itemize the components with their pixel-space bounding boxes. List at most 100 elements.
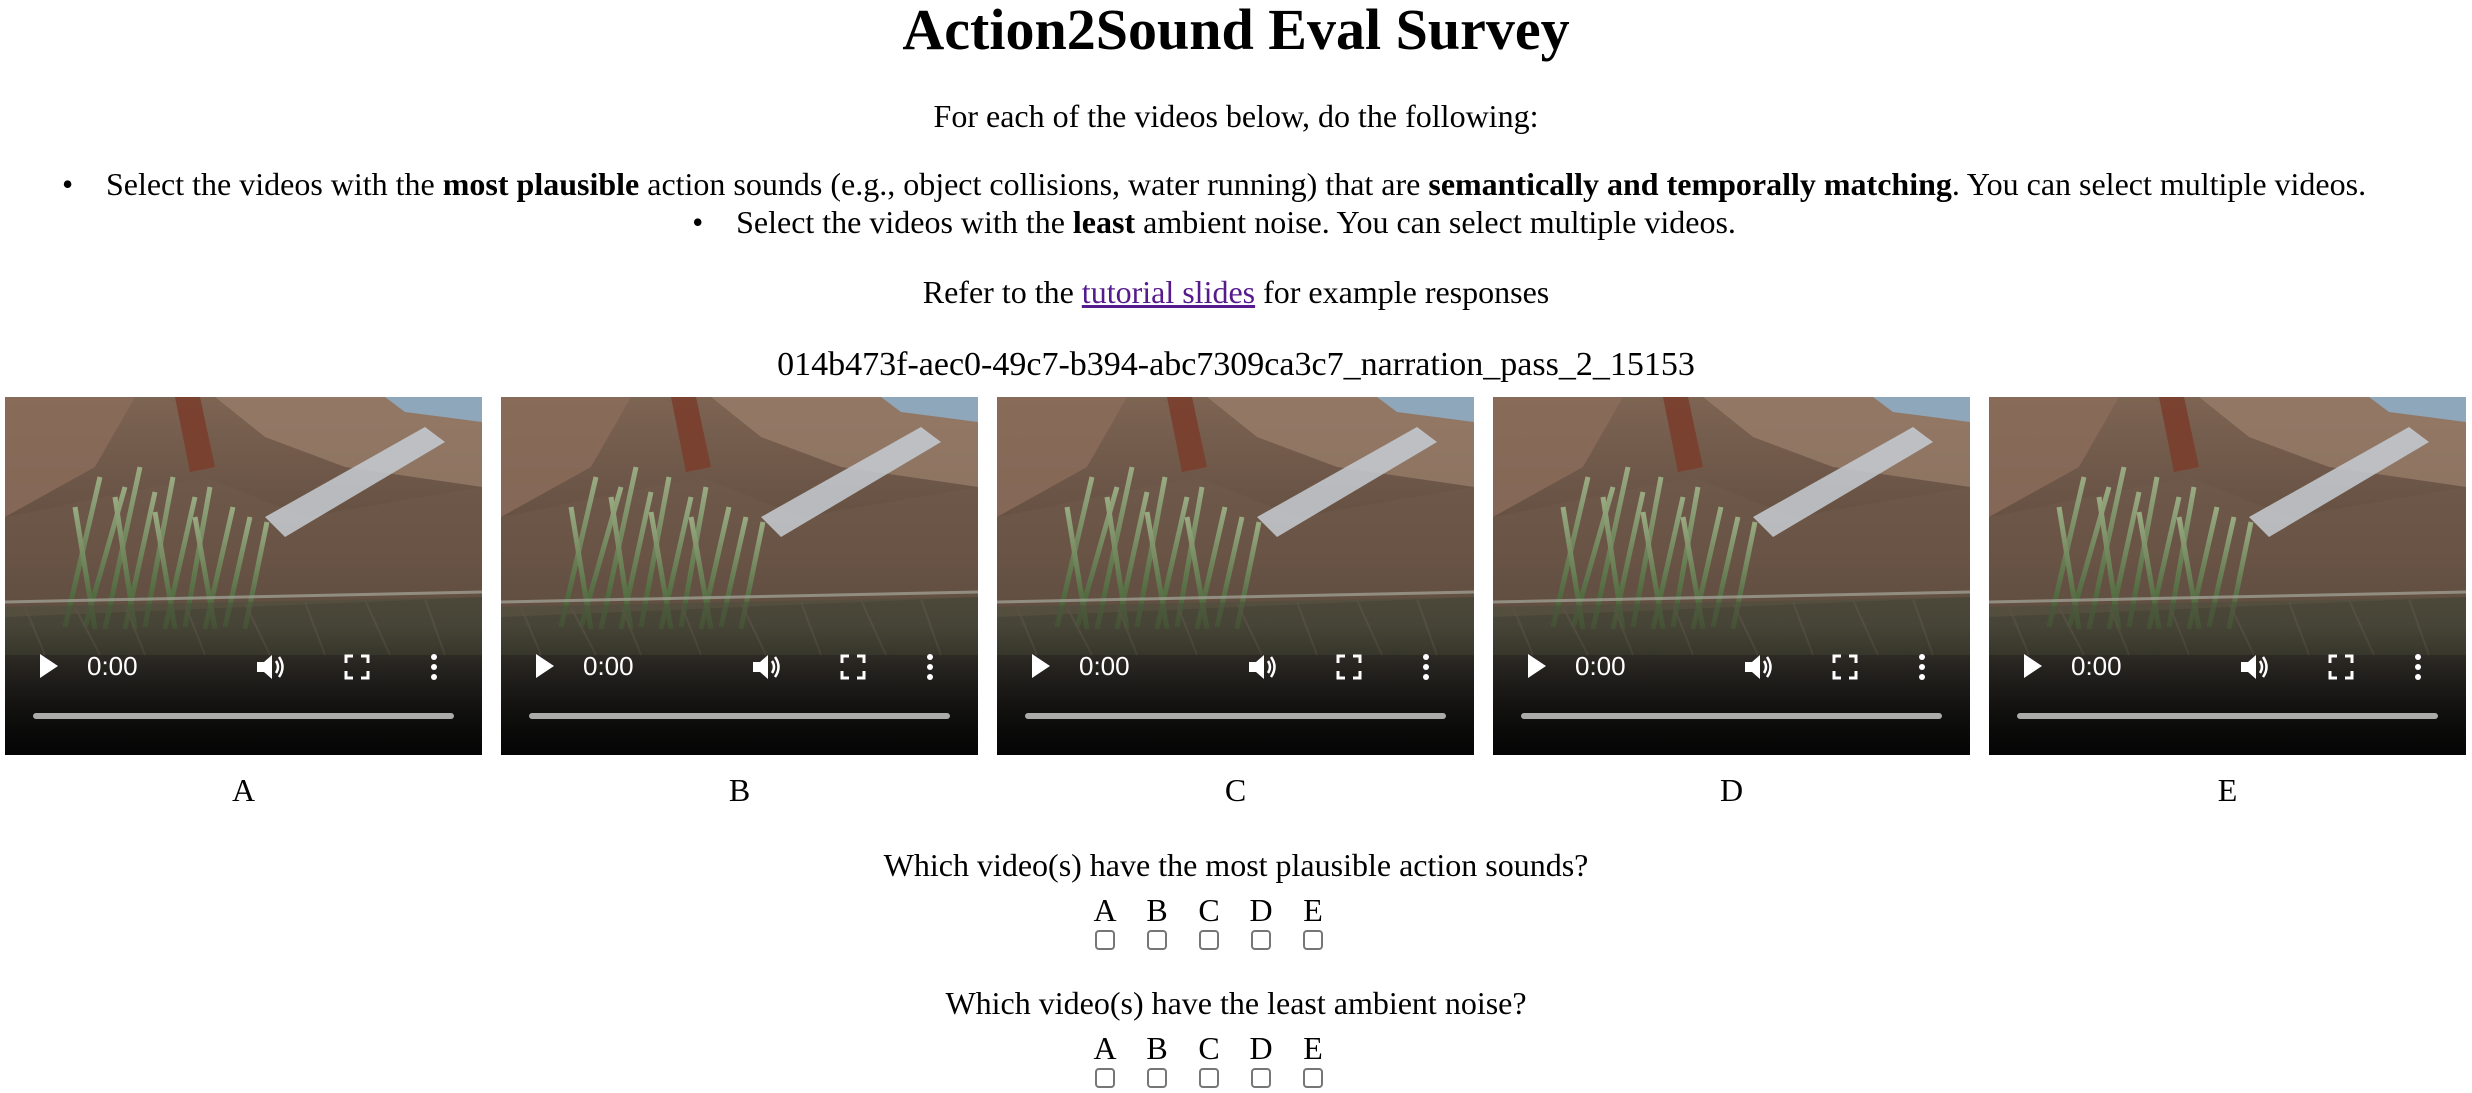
choice-e: E <box>1293 1030 1333 1088</box>
choice-a: A <box>1085 1030 1125 1088</box>
refer-text-post: for example responses <box>1255 274 1550 310</box>
more-options-icon[interactable] <box>1422 652 1430 682</box>
question-ambient-noise: Which video(s) have the least ambient no… <box>945 985 1527 1021</box>
video-time: 0:00 <box>2071 651 2122 681</box>
clip-id: 014b473f-aec0-49c7-b394-abc7309ca3c7_nar… <box>777 346 1695 383</box>
more-options-icon[interactable] <box>1918 652 1926 682</box>
fullscreen-icon[interactable] <box>1831 653 1859 681</box>
choice-c: C <box>1189 892 1229 950</box>
controls-overlay <box>997 625 1474 755</box>
instruction-2-text-post: ambient noise. You can select multiple v… <box>1135 204 1736 240</box>
fullscreen-icon[interactable] <box>839 653 867 681</box>
instruction-2-text-pre: Select the videos with the <box>736 204 1073 240</box>
checkbox-b[interactable] <box>1147 1068 1167 1088</box>
checkbox-b[interactable] <box>1147 930 1167 950</box>
page-title: Action2Sound Eval Survey <box>902 0 1570 62</box>
choice-label: B <box>1146 892 1168 928</box>
controls-overlay <box>5 625 482 755</box>
more-options-icon[interactable] <box>2414 652 2422 682</box>
choice-label: C <box>1198 1030 1220 1066</box>
video-time: 0:00 <box>1079 651 1130 681</box>
survey-page: Action2Sound Eval Survey For each of the… <box>0 0 2472 1093</box>
instruction-1-emphasis-2: semantically and temporally matching <box>1428 166 1952 202</box>
choice-label: A <box>1093 1030 1117 1066</box>
video-player-d[interactable]: 0:00 <box>1493 397 1970 755</box>
video-time: 0:00 <box>87 651 138 681</box>
volume-icon[interactable] <box>1247 652 1279 682</box>
instruction-1-text-post: . You can select multiple videos. <box>1951 166 2367 202</box>
volume-icon[interactable] <box>255 652 287 682</box>
more-options-icon[interactable] <box>926 652 934 682</box>
choice-b: B <box>1137 1030 1177 1088</box>
checkbox-e[interactable] <box>1303 930 1323 950</box>
choice-label: A <box>1093 892 1117 928</box>
volume-icon[interactable] <box>1743 652 1775 682</box>
checkbox-a[interactable] <box>1095 1068 1115 1088</box>
choice-label: C <box>1198 892 1220 928</box>
checkbox-d[interactable] <box>1251 1068 1271 1088</box>
checkbox-c[interactable] <box>1199 1068 1219 1088</box>
choice-a: A <box>1085 892 1125 950</box>
choice-d: D <box>1241 892 1281 950</box>
video-player-e[interactable]: 0:00 <box>1989 397 2466 755</box>
video-time: 0:00 <box>583 651 634 681</box>
video-player-c[interactable]: 0:00 <box>997 397 1474 755</box>
controls-overlay <box>1493 625 1970 755</box>
video-label-a: A <box>231 772 256 808</box>
video-label-c: C <box>1224 772 1247 808</box>
video-time: 0:00 <box>1575 651 1626 681</box>
bullet-icon: • <box>61 166 74 202</box>
play-icon[interactable] <box>1525 652 1549 680</box>
video-progress-bar[interactable] <box>1025 713 1446 719</box>
checkbox-c[interactable] <box>1199 930 1219 950</box>
video-label-d: D <box>1719 772 1744 808</box>
video-player-b[interactable]: 0:00 <box>501 397 978 755</box>
question-plausible-sounds: Which video(s) have the most plausible a… <box>883 847 1589 883</box>
choices-plausible-sounds: A B C D E <box>1085 892 1345 962</box>
choice-b: B <box>1137 892 1177 950</box>
play-icon[interactable] <box>1029 652 1053 680</box>
more-options-icon[interactable] <box>430 652 438 682</box>
video-label-row: A B C D E <box>5 770 2467 810</box>
controls-overlay <box>1989 625 2466 755</box>
fullscreen-icon[interactable] <box>2327 653 2355 681</box>
intro-text: For each of the videos below, do the fol… <box>933 98 1539 134</box>
instruction-item-1: • Select the videos with the most plausi… <box>0 165 2472 203</box>
choice-e: E <box>1293 892 1333 950</box>
play-icon[interactable] <box>533 652 557 680</box>
video-row: 0:00 0:00 0:00 0:00 0:00 <box>5 397 2467 755</box>
volume-icon[interactable] <box>2239 652 2271 682</box>
tutorial-slides-link[interactable]: tutorial slides <box>1082 274 1255 310</box>
instruction-1-text-pre: Select the videos with the <box>105 166 443 202</box>
choices-ambient-noise: A B C D E <box>1085 1030 1345 1093</box>
choice-label: B <box>1146 1030 1168 1066</box>
instruction-1-emphasis-1: most plausible <box>442 166 640 202</box>
bullet-icon: • <box>692 204 704 240</box>
volume-icon[interactable] <box>751 652 783 682</box>
instruction-item-2: • Select the videos with the least ambie… <box>0 203 2472 241</box>
refer-text-pre: Refer to the <box>922 274 1082 310</box>
choice-d: D <box>1241 1030 1281 1088</box>
video-label-e: E <box>2217 772 2238 808</box>
checkbox-a[interactable] <box>1095 930 1115 950</box>
instruction-list: • Select the videos with the most plausi… <box>0 165 2472 241</box>
play-icon[interactable] <box>37 652 61 680</box>
fullscreen-icon[interactable] <box>343 653 371 681</box>
video-label-b: B <box>728 772 751 808</box>
instruction-2-emphasis: least <box>1072 204 1136 240</box>
tutorial-reference: Refer to the tutorial slides for example… <box>0 272 2472 312</box>
instruction-1-text-mid: action sounds (e.g., object collisions, … <box>639 166 1429 202</box>
fullscreen-icon[interactable] <box>1335 653 1363 681</box>
play-icon[interactable] <box>2021 652 2045 680</box>
choice-label: D <box>1249 892 1273 928</box>
checkbox-d[interactable] <box>1251 930 1271 950</box>
video-progress-bar[interactable] <box>33 713 454 719</box>
checkbox-e[interactable] <box>1303 1068 1323 1088</box>
choice-label: D <box>1249 1030 1273 1066</box>
video-progress-bar[interactable] <box>2017 713 2438 719</box>
video-player-a[interactable]: 0:00 <box>5 397 482 755</box>
video-progress-bar[interactable] <box>529 713 950 719</box>
choice-c: C <box>1189 1030 1229 1088</box>
video-progress-bar[interactable] <box>1521 713 1942 719</box>
controls-overlay <box>501 625 978 755</box>
